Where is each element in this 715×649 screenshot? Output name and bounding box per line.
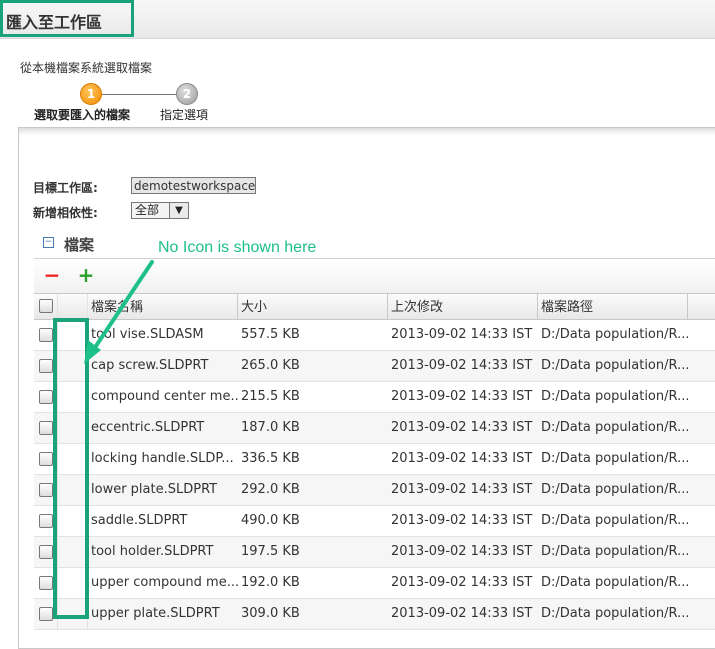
- select-all-cell: [34, 294, 58, 319]
- icon-column-header: [58, 294, 88, 319]
- column-header-size[interactable]: 大小: [238, 294, 388, 319]
- row-checkbox[interactable]: [39, 514, 53, 528]
- table-row[interactable]: upper compound me... 192.0 KB 2013-09-02 1…: [34, 568, 715, 599]
- chevron-down-icon: ▼: [169, 203, 188, 218]
- file-modified: 2013-09-02 14:33 IST: [391, 575, 533, 590]
- file-modified: 2013-09-02 14:33 IST: [391, 451, 533, 466]
- dependency-value: 全部: [135, 203, 160, 217]
- minus-icon[interactable]: −: [42, 265, 62, 285]
- file-modified: 2013-09-02 14:33 IST: [391, 327, 533, 342]
- step-1-label: 選取要匯入的檔案: [34, 108, 131, 122]
- files-table: 檔案名稱 大小 上次修改 檔案路徑 tool vise.SLDASM 557.5 …: [34, 293, 715, 630]
- table-row[interactable]: compound center me... 215.5 KB 2013-09-02 …: [34, 382, 715, 413]
- workspace-field: demotestworkspace: [131, 177, 256, 194]
- file-path: D:/Data population/R...: [541, 327, 688, 342]
- file-modified: 2013-09-02 14:33 IST: [391, 544, 533, 559]
- file-path: D:/Data population/R...: [541, 358, 688, 373]
- files-section-title: 檔案: [64, 236, 95, 254]
- collapse-icon[interactable]: −: [43, 237, 54, 248]
- row-checkbox[interactable]: [39, 421, 53, 435]
- file-size: 197.5 KB: [241, 544, 300, 559]
- file-size: 309.0 KB: [241, 606, 300, 621]
- row-checkbox[interactable]: [39, 545, 53, 559]
- dependency-label: 新增相依性:: [33, 206, 98, 220]
- file-modified: 2013-09-02 14:33 IST: [391, 606, 533, 621]
- file-modified: 2013-09-02 14:33 IST: [391, 389, 533, 404]
- step-2-label[interactable]: 指定選項: [160, 106, 208, 123]
- row-checkbox[interactable]: [39, 452, 53, 466]
- icon-column-highlight-box: [53, 318, 89, 619]
- annotation-text: No Icon is shown here: [158, 239, 317, 256]
- row-checkbox[interactable]: [39, 483, 53, 497]
- file-name: upper plate.SLDPRT: [91, 606, 220, 621]
- file-name: upper compound me...: [91, 575, 238, 590]
- dependency-select[interactable]: 全部 ▼: [131, 202, 189, 219]
- table-header: 檔案名稱 大小 上次修改 檔案路徑: [34, 294, 715, 320]
- title-highlight-box: [0, 0, 134, 37]
- file-name: eccentric.SLDPRT: [91, 420, 205, 435]
- file-modified: 2013-09-02 14:33 IST: [391, 358, 533, 373]
- plus-icon[interactable]: +: [76, 265, 96, 285]
- row-checkbox[interactable]: [39, 607, 53, 621]
- step-2-indicator[interactable]: 2: [176, 83, 198, 105]
- file-modified: 2013-09-02 14:33 IST: [391, 482, 533, 497]
- file-size: 557.5 KB: [241, 327, 300, 342]
- file-path: D:/Data population/R...: [541, 606, 688, 621]
- column-header-path[interactable]: 檔案路徑: [538, 294, 688, 319]
- table-body: tool vise.SLDASM 557.5 KB 2013-09-02 14:33…: [34, 320, 715, 630]
- table-row[interactable]: saddle.SLDPRT 490.0 KB 2013-09-02 14:33 IS…: [34, 506, 715, 537]
- source-label: 從本機檔案系統選取檔案: [20, 61, 153, 75]
- file-name: compound center me...: [91, 389, 238, 404]
- file-size: 292.0 KB: [241, 482, 300, 497]
- table-row[interactable]: locking handle.SLDP... 336.5 KB 2013-09-02…: [34, 444, 715, 475]
- table-row[interactable]: tool holder.SLDPRT 197.5 KB 2013-09-02 14:…: [34, 537, 715, 568]
- files-toolbar: − +: [34, 258, 715, 293]
- row-checkbox[interactable]: [39, 359, 53, 373]
- file-path: D:/Data population/R...: [541, 451, 688, 466]
- row-checkbox[interactable]: [39, 576, 53, 590]
- select-all-checkbox[interactable]: [39, 299, 53, 313]
- file-size: 192.0 KB: [241, 575, 300, 590]
- file-path: D:/Data population/R...: [541, 482, 688, 497]
- table-row[interactable]: cap screw.SLDPRT 265.0 KB 2013-09-02 14:33…: [34, 351, 715, 382]
- row-checkbox[interactable]: [39, 328, 53, 342]
- file-modified: 2013-09-02 14:33 IST: [391, 513, 533, 528]
- table-row[interactable]: lower plate.SLDPRT 292.0 KB 2013-09-02 14:…: [34, 475, 715, 506]
- step-1-indicator: 1: [80, 83, 102, 105]
- file-name: lower plate.SLDPRT: [91, 482, 218, 497]
- file-path: D:/Data population/R...: [541, 575, 688, 590]
- step-connector: [102, 94, 176, 95]
- table-row[interactable]: tool vise.SLDASM 557.5 KB 2013-09-02 14:33…: [34, 320, 715, 351]
- file-path: D:/Data population/R...: [541, 389, 688, 404]
- file-size: 187.0 KB: [241, 420, 300, 435]
- file-path: D:/Data population/R...: [541, 544, 688, 559]
- file-size: 265.0 KB: [241, 358, 300, 373]
- table-row[interactable]: upper plate.SLDPRT 309.0 KB 2013-09-02 14:…: [34, 599, 715, 630]
- file-path: D:/Data population/R...: [541, 513, 688, 528]
- column-header-name[interactable]: 檔案名稱: [88, 294, 238, 319]
- file-name: locking handle.SLDP...: [91, 451, 234, 466]
- workspace-label: 目標工作區:: [33, 181, 98, 195]
- row-checkbox[interactable]: [39, 390, 53, 404]
- column-header-modified[interactable]: 上次修改: [388, 294, 538, 319]
- wizard-steps: 1 2 選取要匯入的檔案 指定選項: [0, 80, 260, 125]
- table-row[interactable]: eccentric.SLDPRT 187.0 KB 2013-09-02 14:33…: [34, 413, 715, 444]
- file-size: 336.5 KB: [241, 451, 300, 466]
- file-size: 490.0 KB: [241, 513, 300, 528]
- file-modified: 2013-09-02 14:33 IST: [391, 420, 533, 435]
- file-name: saddle.SLDPRT: [91, 513, 188, 528]
- file-path: D:/Data population/R...: [541, 420, 688, 435]
- file-name: tool holder.SLDPRT: [91, 544, 214, 559]
- file-name: tool vise.SLDASM: [91, 327, 204, 342]
- file-size: 215.5 KB: [241, 389, 300, 404]
- file-name: cap screw.SLDPRT: [91, 358, 209, 373]
